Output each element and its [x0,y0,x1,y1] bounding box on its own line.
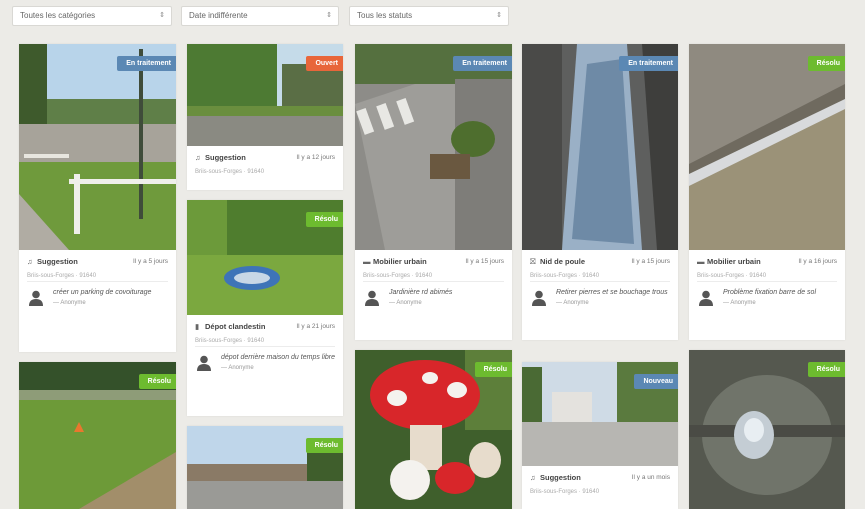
report-photo: En traitement [522,44,678,250]
report-comment: Jardinière rd abimés [389,289,453,296]
status-badge: Résolu [138,374,176,389]
report-date: Il y a 12 jours [296,154,335,161]
category-filter-value: Toutes les catégories [20,11,96,20]
status-badge: Résolu [474,362,512,377]
report-photo: Résolu [689,350,845,509]
status-filter-value: Tous les statuts [357,11,413,20]
report-date: Il y a 15 jours [631,258,670,265]
select-arrows-icon: ⇕ [496,12,502,19]
report-date: Il y a 21 jours [296,323,335,330]
report-card[interactable]: Nouveau ♫ Suggestion Il y a un mois Briis… [522,362,678,509]
road-icon: ⛝ [530,257,536,266]
report-address: Briis-sous-Forges · 91640 [530,489,600,495]
report-address: Briis-sous-Forges · 91640 [697,270,837,282]
status-badge: En traitement [619,56,678,71]
select-arrows-icon: ⇕ [159,12,165,19]
report-photo: Résolu [689,44,845,250]
bench-icon: ▬ [363,257,371,266]
report-author: — Anonyme [221,365,254,371]
bench-icon: ▬ [697,257,705,266]
report-card[interactable]: En traitement ▬ Mobilier urbain Il y a 15… [355,44,512,340]
report-author: — Anonyme [723,300,756,306]
report-card[interactable]: En traitement ⛝ Nid de poule Il y a 15 jo… [522,44,678,340]
report-date: Il y a 16 jours [798,258,837,265]
report-category: ▬ Mobilier urbain [363,257,427,266]
trash-icon: ▮ [195,322,200,331]
avatar-icon [532,290,546,306]
report-date: Il y a 5 jours [132,258,168,265]
report-category: ♫ Suggestion [530,473,581,482]
report-address: Briis-sous-Forges · 91640 [530,270,670,282]
report-card[interactable]: Résolu [19,362,176,509]
report-address: Briis-sous-Forges · 91640 [363,270,504,282]
avatar-icon [197,355,211,371]
avatar-icon [29,290,43,306]
report-photo: Nouveau [522,362,678,466]
report-card[interactable]: Ouvert ♫ Suggestion Il y a 12 jours Briis… [187,44,343,190]
status-badge: Ouvert [306,56,343,71]
report-photo: Résolu [19,362,176,509]
report-card[interactable]: En traitement ♫ Suggestion Il y a 5 jours… [19,44,176,352]
status-badge: En traitement [453,56,512,71]
bell-icon: ♫ [530,473,536,482]
report-photo: Ouvert [187,44,343,146]
select-arrows-icon: ⇕ [326,12,332,19]
report-card[interactable]: Résolu ▬ Mobilier urbain Il y a 16 jours … [689,44,845,340]
report-category: ♫ Suggestion [195,153,246,162]
status-badge: Résolu [807,362,845,377]
report-author: — Anonyme [53,300,86,306]
report-card[interactable]: Résolu [689,350,845,509]
report-address: Briis-sous-Forges · 91640 [195,335,335,347]
status-badge: En traitement [117,56,176,71]
status-badge: Résolu [305,438,343,453]
report-category: ⛝ Nid de poule [530,257,585,266]
report-card[interactable]: Résolu ▮ Dépot clandestin Il y a 21 jours… [187,200,343,416]
report-comment: Retirer pierres et se bouchage trous [556,289,668,296]
report-card[interactable]: Résolu [187,426,343,509]
report-photo: Résolu [187,426,343,509]
status-badge: Résolu [807,56,845,71]
report-comment: créer un parking de covoiturage [53,289,152,296]
report-photo: En traitement [355,44,512,250]
avatar-icon [699,290,713,306]
report-photo: Résolu [187,200,343,315]
report-category: ▬ Mobilier urbain [697,257,761,266]
report-address: Briis-sous-Forges · 91640 [195,169,265,175]
status-badge: Résolu [305,212,343,227]
report-date: Il y a 15 jours [465,258,504,265]
date-filter-select[interactable]: Date indifférente ⇕ [181,6,339,26]
status-badge: Nouveau [634,374,678,389]
report-author: — Anonyme [389,300,422,306]
report-comment: dépot derrière maison du temps libre [221,354,336,361]
report-comment: Problème fixation barre de sol [723,289,816,296]
report-date: Il y a un mois [631,474,670,481]
report-photo: Résolu [355,350,512,509]
report-category: ▮ Dépot clandestin [195,322,266,331]
status-filter-select[interactable]: Tous les statuts ⇕ [349,6,509,26]
report-author: — Anonyme [556,300,589,306]
category-filter-select[interactable]: Toutes les catégories ⇕ [12,6,172,26]
report-address: Briis-sous-Forges · 91640 [27,270,168,282]
bell-icon: ♫ [195,153,201,162]
report-card[interactable]: Résolu [355,350,512,509]
avatar-icon [365,290,379,306]
date-filter-value: Date indifférente [189,11,248,20]
report-category: ♫ Suggestion [27,257,78,266]
bell-icon: ♫ [27,257,33,266]
report-photo: En traitement [19,44,176,250]
